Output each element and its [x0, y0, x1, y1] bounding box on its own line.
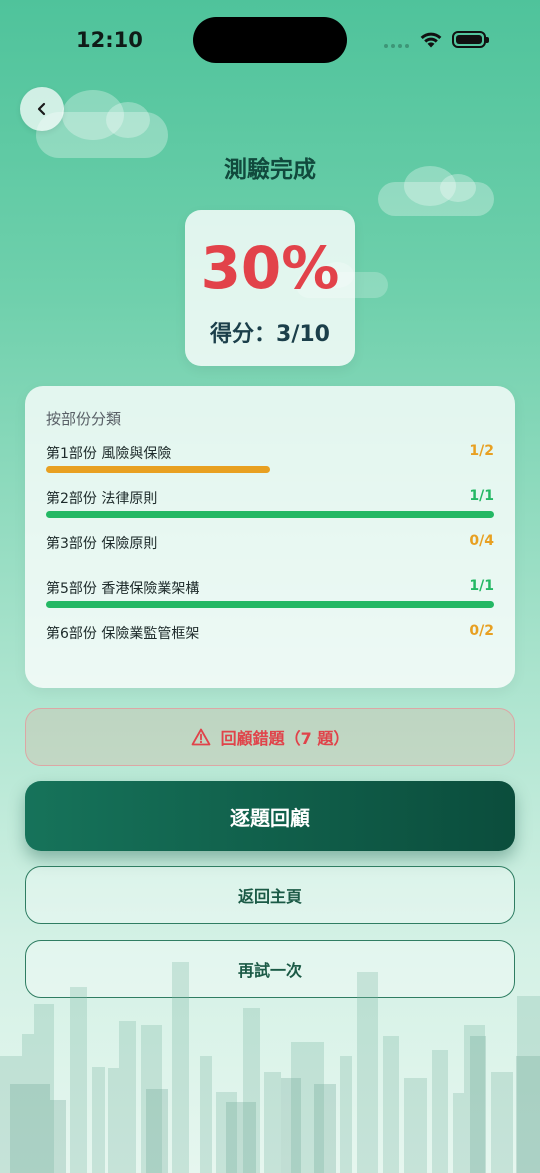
back-home-label: 返回主頁 — [237, 887, 302, 906]
signal-icon — [384, 44, 409, 48]
wifi-icon — [420, 32, 442, 48]
score-fraction: 得分：3/10 — [210, 322, 330, 347]
review-all-button[interactable]: 逐題回顧 — [25, 781, 515, 851]
dynamic-island — [193, 17, 347, 63]
category-label: 第2部份 法律原則 — [46, 491, 158, 507]
category-score: 1/1 — [469, 488, 494, 504]
category-progress-fill — [46, 466, 270, 473]
cloud-decoration — [378, 166, 494, 216]
chevron-left-icon — [37, 102, 46, 116]
status-bar: 12:10 — [0, 0, 540, 80]
category-score: 0/2 — [469, 623, 494, 639]
category-score: 0/4 — [469, 533, 494, 549]
category-heading: 按部份分類 — [46, 410, 122, 428]
category-label: 第6部份 保險業監管框架 — [46, 626, 200, 642]
back-button[interactable] — [20, 87, 64, 131]
category-label: 第1部份 風險與保險 — [46, 446, 172, 462]
warning-triangle-icon — [191, 728, 211, 746]
category-label: 第5部份 香港保險業架構 — [46, 581, 200, 597]
city-skyline-decoration — [0, 962, 540, 1173]
category-score: 1/1 — [469, 578, 494, 594]
category-label: 第3部份 保險原則 — [46, 536, 158, 552]
category-progress-fill — [46, 511, 494, 518]
category-progress-fill — [46, 601, 494, 608]
score-percent: 30% — [200, 234, 340, 302]
review-wrong-label: 回顧錯題（7 題） — [220, 729, 350, 748]
category-progress-bar — [46, 646, 494, 653]
category-score: 1/2 — [469, 443, 494, 459]
category-progress-bar — [46, 556, 494, 563]
status-time: 12:10 — [76, 28, 143, 52]
category-progress-bar — [46, 601, 494, 608]
review-all-label: 逐題回顧 — [230, 805, 310, 830]
category-progress-bar — [46, 466, 494, 473]
category-progress-bar — [46, 511, 494, 518]
review-wrong-button[interactable]: 回顧錯題（7 題） — [25, 708, 515, 766]
page-title: 測驗完成 — [224, 157, 316, 183]
battery-icon — [452, 31, 489, 48]
back-home-button[interactable]: 返回主頁 — [25, 866, 515, 924]
